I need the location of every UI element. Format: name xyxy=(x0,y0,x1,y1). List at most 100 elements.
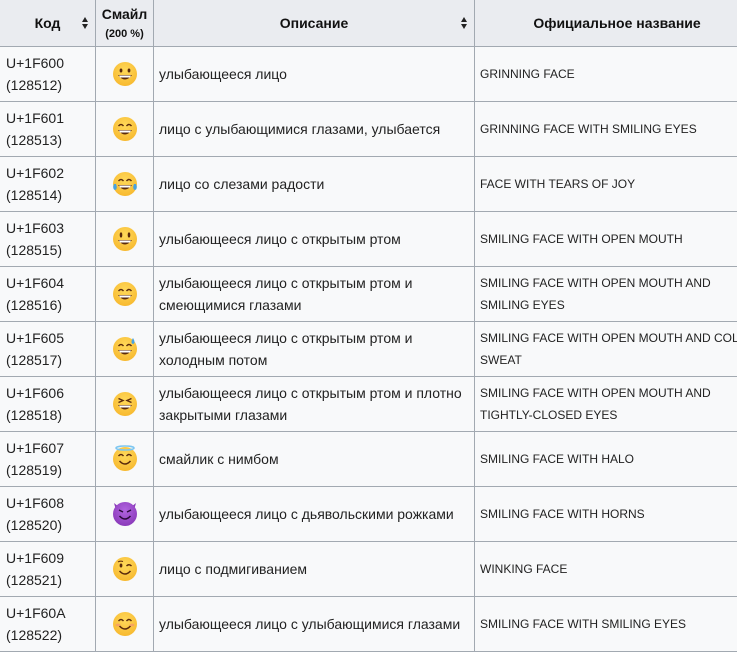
code-cell: U+1F602 (128514) xyxy=(0,156,96,212)
decimal-code: (128514) xyxy=(6,187,63,203)
codepoint: U+1F601 xyxy=(6,110,64,126)
decimal-code: (128517) xyxy=(6,352,63,368)
official-name-cell: WINKING FACE xyxy=(474,541,737,597)
emoji-cell xyxy=(95,596,154,652)
smiling-face-with-open-mouth-and-smiling-eyes-icon xyxy=(111,280,139,308)
code-cell: U+1F608 (128520) xyxy=(0,486,96,542)
grinning-face-with-smiling-eyes-icon xyxy=(111,115,139,143)
emoji-cell xyxy=(95,431,154,487)
emoji-cell xyxy=(95,101,154,157)
decimal-code: (128516) xyxy=(6,297,63,313)
description-cell: улыбающееся лицо с открытым ртом и смеющ… xyxy=(153,266,475,322)
codepoint: U+1F607 xyxy=(6,440,64,456)
smiling-face-with-open-mouth-icon xyxy=(111,225,139,253)
code-cell: U+1F605 (128517) xyxy=(0,321,96,377)
column-header-official-name[interactable]: Официальное название xyxy=(474,0,737,47)
table-row: U+1F607 (128519) смайлик с нимбом SMILIN… xyxy=(0,431,737,487)
emoji-cell xyxy=(95,376,154,432)
decimal-code: (128522) xyxy=(6,627,63,643)
decimal-code: (128520) xyxy=(6,517,63,533)
official-name-cell: SMILING FACE WITH OPEN MOUTH AND SMILING… xyxy=(474,266,737,322)
emoji-cell xyxy=(95,156,154,212)
column-header-description-label: Описание xyxy=(279,15,349,31)
codepoint: U+1F600 xyxy=(6,55,64,71)
emoji-cell xyxy=(95,266,154,322)
column-header-code-label: Код xyxy=(34,15,61,31)
sort-icon[interactable] xyxy=(82,17,89,29)
smiling-face-with-halo-icon xyxy=(111,445,139,473)
face-with-tears-of-joy-icon xyxy=(111,170,139,198)
official-name-cell: SMILING FACE WITH OPEN MOUTH AND TIGHTLY… xyxy=(474,376,737,432)
table-row: U+1F606 (128518) улыбающееся лицо с откр… xyxy=(0,376,737,432)
codepoint: U+1F604 xyxy=(6,275,64,291)
description-cell: улыбающееся лицо xyxy=(153,46,475,102)
official-name-cell: SMILING FACE WITH SMILING EYES xyxy=(474,596,737,652)
smiling-face-with-open-mouth-and-tightly-closed-eyes-icon xyxy=(111,390,139,418)
description-cell: улыбающееся лицо с открытым ртом и холод… xyxy=(153,321,475,377)
code-cell: U+1F600 (128512) xyxy=(0,46,96,102)
smiling-face-with-horns-icon xyxy=(111,500,139,528)
official-name-cell: SMILING FACE WITH OPEN MOUTH xyxy=(474,211,737,267)
column-header-emoji-scale: (200 %) xyxy=(105,28,144,40)
column-header-code[interactable]: Код xyxy=(0,0,96,47)
emoji-cell xyxy=(95,46,154,102)
emoji-cell xyxy=(95,211,154,267)
sort-icon[interactable] xyxy=(461,17,468,29)
decimal-code: (128521) xyxy=(6,572,63,588)
code-cell: U+1F609 (128521) xyxy=(0,541,96,597)
code-cell: U+1F607 (128519) xyxy=(0,431,96,487)
column-header-description[interactable]: Описание xyxy=(153,0,475,47)
winking-face-icon xyxy=(111,555,139,583)
codepoint: U+1F602 xyxy=(6,165,64,181)
description-cell: лицо со слезами радости xyxy=(153,156,475,212)
decimal-code: (128515) xyxy=(6,242,63,258)
code-cell: U+1F604 (128516) xyxy=(0,266,96,322)
table-row: U+1F60A (128522) улыбающееся лицо с улыб… xyxy=(0,596,737,652)
column-header-emoji: Смайл (200 %) xyxy=(95,0,154,47)
official-name-cell: GRINNING FACE WITH SMILING EYES xyxy=(474,101,737,157)
table-row: U+1F603 (128515) улыбающееся лицо с откр… xyxy=(0,211,737,267)
official-name-cell: SMILING FACE WITH HALO xyxy=(474,431,737,487)
description-cell: лицо с подмигиванием xyxy=(153,541,475,597)
description-cell: улыбающееся лицо с открытым ртом xyxy=(153,211,475,267)
table-row: U+1F604 (128516) улыбающееся лицо с откр… xyxy=(0,266,737,322)
codepoint: U+1F609 xyxy=(6,550,64,566)
decimal-code: (128519) xyxy=(6,462,63,478)
decimal-code: (128512) xyxy=(6,77,63,93)
codepoint: U+1F605 xyxy=(6,330,64,346)
emoji-cell xyxy=(95,541,154,597)
emoji-cell xyxy=(95,321,154,377)
description-cell: улыбающееся лицо с открытым ртом и плотн… xyxy=(153,376,475,432)
decimal-code: (128518) xyxy=(6,407,63,423)
emoji-table: Код Смайл (200 %) Описание Официальное н… xyxy=(0,0,737,652)
header-row: Код Смайл (200 %) Описание Официальное н… xyxy=(0,0,737,47)
grinning-face-icon xyxy=(111,60,139,88)
emoji-cell xyxy=(95,486,154,542)
codepoint: U+1F60A xyxy=(6,605,66,621)
table-row: U+1F605 (128517) улыбающееся лицо с откр… xyxy=(0,321,737,377)
code-cell: U+1F603 (128515) xyxy=(0,211,96,267)
code-cell: U+1F60A (128522) xyxy=(0,596,96,652)
codepoint: U+1F608 xyxy=(6,495,64,511)
description-cell: смайлик с нимбом xyxy=(153,431,475,487)
codepoint: U+1F606 xyxy=(6,385,64,401)
codepoint: U+1F603 xyxy=(6,220,64,236)
decimal-code: (128513) xyxy=(6,132,63,148)
column-header-emoji-label: Смайл xyxy=(101,6,148,22)
official-name-cell: SMILING FACE WITH HORNS xyxy=(474,486,737,542)
table-row: U+1F601 (128513) лицо с улыбающимися гла… xyxy=(0,101,737,157)
official-name-cell: SMILING FACE WITH OPEN MOUTH AND COLD SW… xyxy=(474,321,737,377)
table-row: U+1F609 (128521) лицо с подмигиванием WI… xyxy=(0,541,737,597)
description-cell: лицо с улыбающимися глазами, улыбается xyxy=(153,101,475,157)
table-row: U+1F600 (128512) улыбающееся лицо GRINNI… xyxy=(0,46,737,102)
smiling-face-with-smiling-eyes-icon xyxy=(111,610,139,638)
description-cell: улыбающееся лицо с дьявольскими рожками xyxy=(153,486,475,542)
official-name-cell: FACE WITH TEARS OF JOY xyxy=(474,156,737,212)
code-cell: U+1F606 (128518) xyxy=(0,376,96,432)
table-row: U+1F608 (128520) улыбающееся лицо с дьяв… xyxy=(0,486,737,542)
code-cell: U+1F601 (128513) xyxy=(0,101,96,157)
official-name-cell: GRINNING FACE xyxy=(474,46,737,102)
table-row: U+1F602 (128514) лицо со слезами радости… xyxy=(0,156,737,212)
column-header-official-name-label: Официальное название xyxy=(533,15,701,31)
description-cell: улыбающееся лицо с улыбающимися глазами xyxy=(153,596,475,652)
